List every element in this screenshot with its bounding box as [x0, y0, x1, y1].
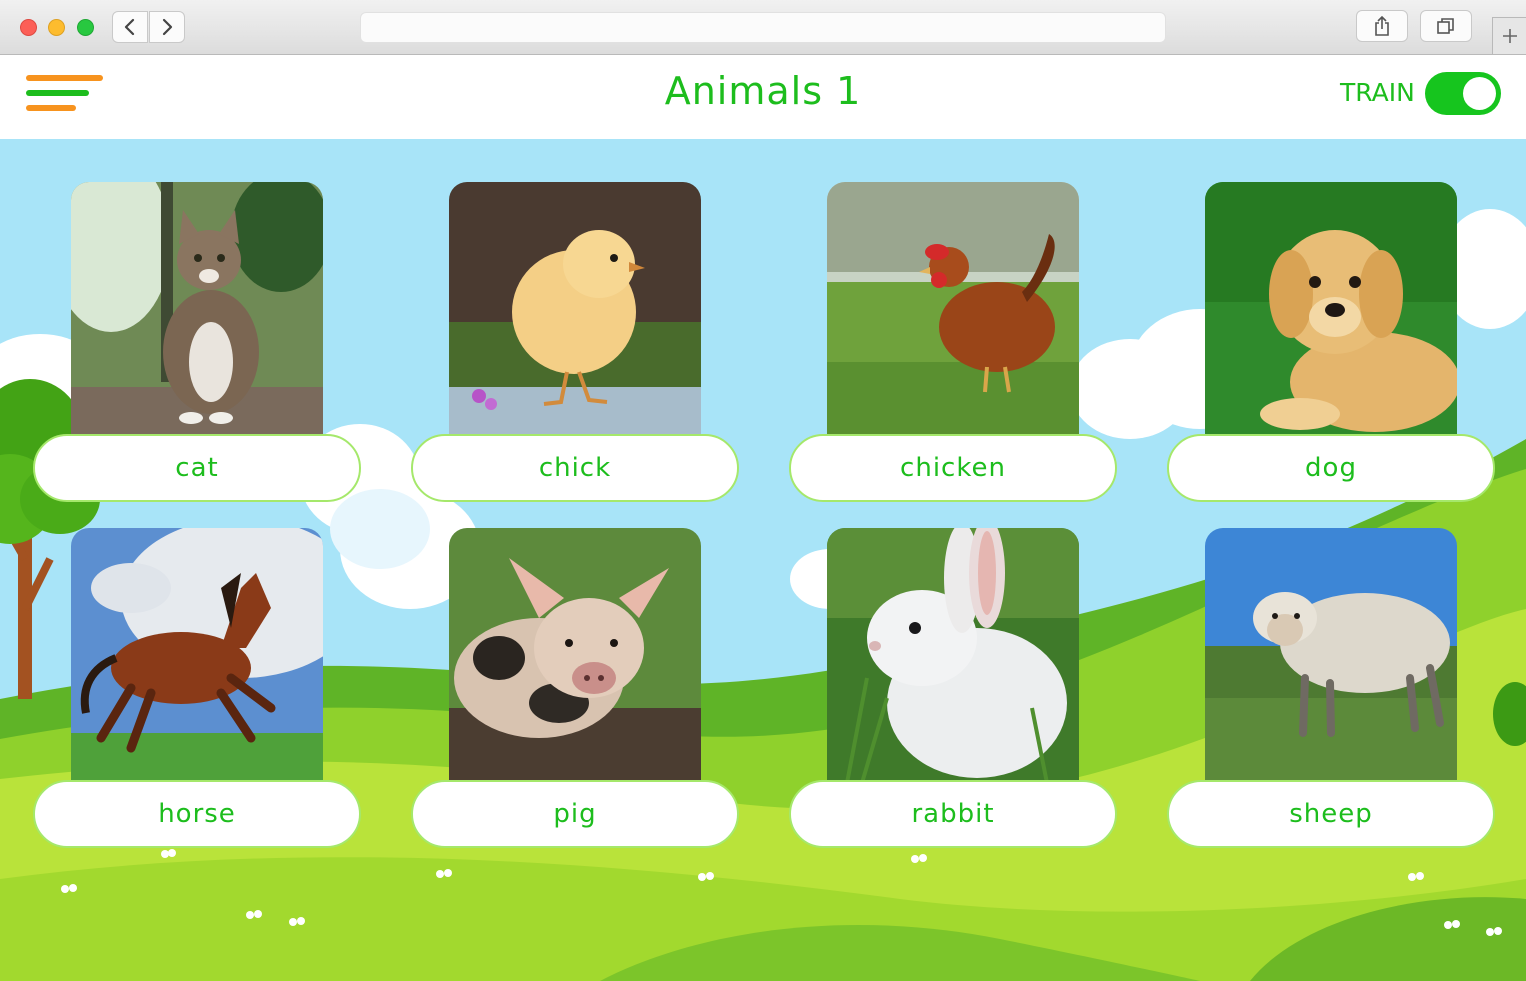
app-header: Animals 1 TRAIN: [0, 55, 1526, 139]
animal-label: sheep: [1167, 780, 1495, 848]
forward-button[interactable]: [149, 11, 185, 43]
train-toggle[interactable]: [1425, 72, 1501, 115]
animal-label: pig: [411, 780, 739, 848]
rabbit-photo: [827, 528, 1079, 783]
game-board: cat chick chicken dog horse pig rabbit s…: [0, 139, 1526, 981]
chick-photo: [449, 182, 701, 437]
sheep-photo: [1205, 528, 1457, 783]
animal-label: cat: [33, 434, 361, 502]
share-button[interactable]: [1356, 10, 1408, 42]
show-tabs-button[interactable]: [1420, 10, 1472, 42]
cat-photo: [71, 182, 323, 437]
minimize-window-button[interactable]: [48, 19, 65, 36]
page-title: Animals 1: [664, 69, 862, 113]
animal-label: chick: [411, 434, 739, 502]
chevron-right-icon: [162, 18, 173, 36]
animal-card-dog[interactable]: dog: [1167, 182, 1495, 504]
animal-card-sheep[interactable]: sheep: [1167, 528, 1495, 850]
train-label: TRAIN: [1340, 78, 1415, 107]
animal-card-horse[interactable]: horse: [33, 528, 361, 850]
browser-window: Animals 1 TRAIN cat chick chicken dog ho…: [0, 0, 1526, 981]
animal-card-chick[interactable]: chick: [411, 182, 739, 504]
animal-card-pig[interactable]: pig: [411, 528, 739, 850]
animal-label: dog: [1167, 434, 1495, 502]
chevron-left-icon: [124, 18, 135, 36]
dog-photo: [1205, 182, 1457, 437]
animal-label: horse: [33, 780, 361, 848]
address-bar[interactable]: [360, 12, 1166, 43]
close-window-button[interactable]: [20, 19, 37, 36]
toggle-knob: [1463, 77, 1496, 110]
animal-card-chicken[interactable]: chicken: [789, 182, 1117, 504]
share-icon: [1375, 15, 1389, 36]
pig-photo: [449, 528, 701, 783]
browser-toolbar: [0, 0, 1526, 55]
tabs-icon: [1437, 18, 1454, 34]
back-button[interactable]: [112, 11, 148, 43]
horse-photo: [71, 528, 323, 783]
plus-icon: [1502, 29, 1517, 43]
animal-label: rabbit: [789, 780, 1117, 848]
animal-label: chicken: [789, 434, 1117, 502]
animal-card-rabbit[interactable]: rabbit: [789, 528, 1117, 850]
maximize-window-button[interactable]: [77, 19, 94, 36]
animal-card-cat[interactable]: cat: [33, 182, 361, 504]
new-tab-button[interactable]: [1492, 17, 1526, 54]
chicken-photo: [827, 182, 1079, 437]
